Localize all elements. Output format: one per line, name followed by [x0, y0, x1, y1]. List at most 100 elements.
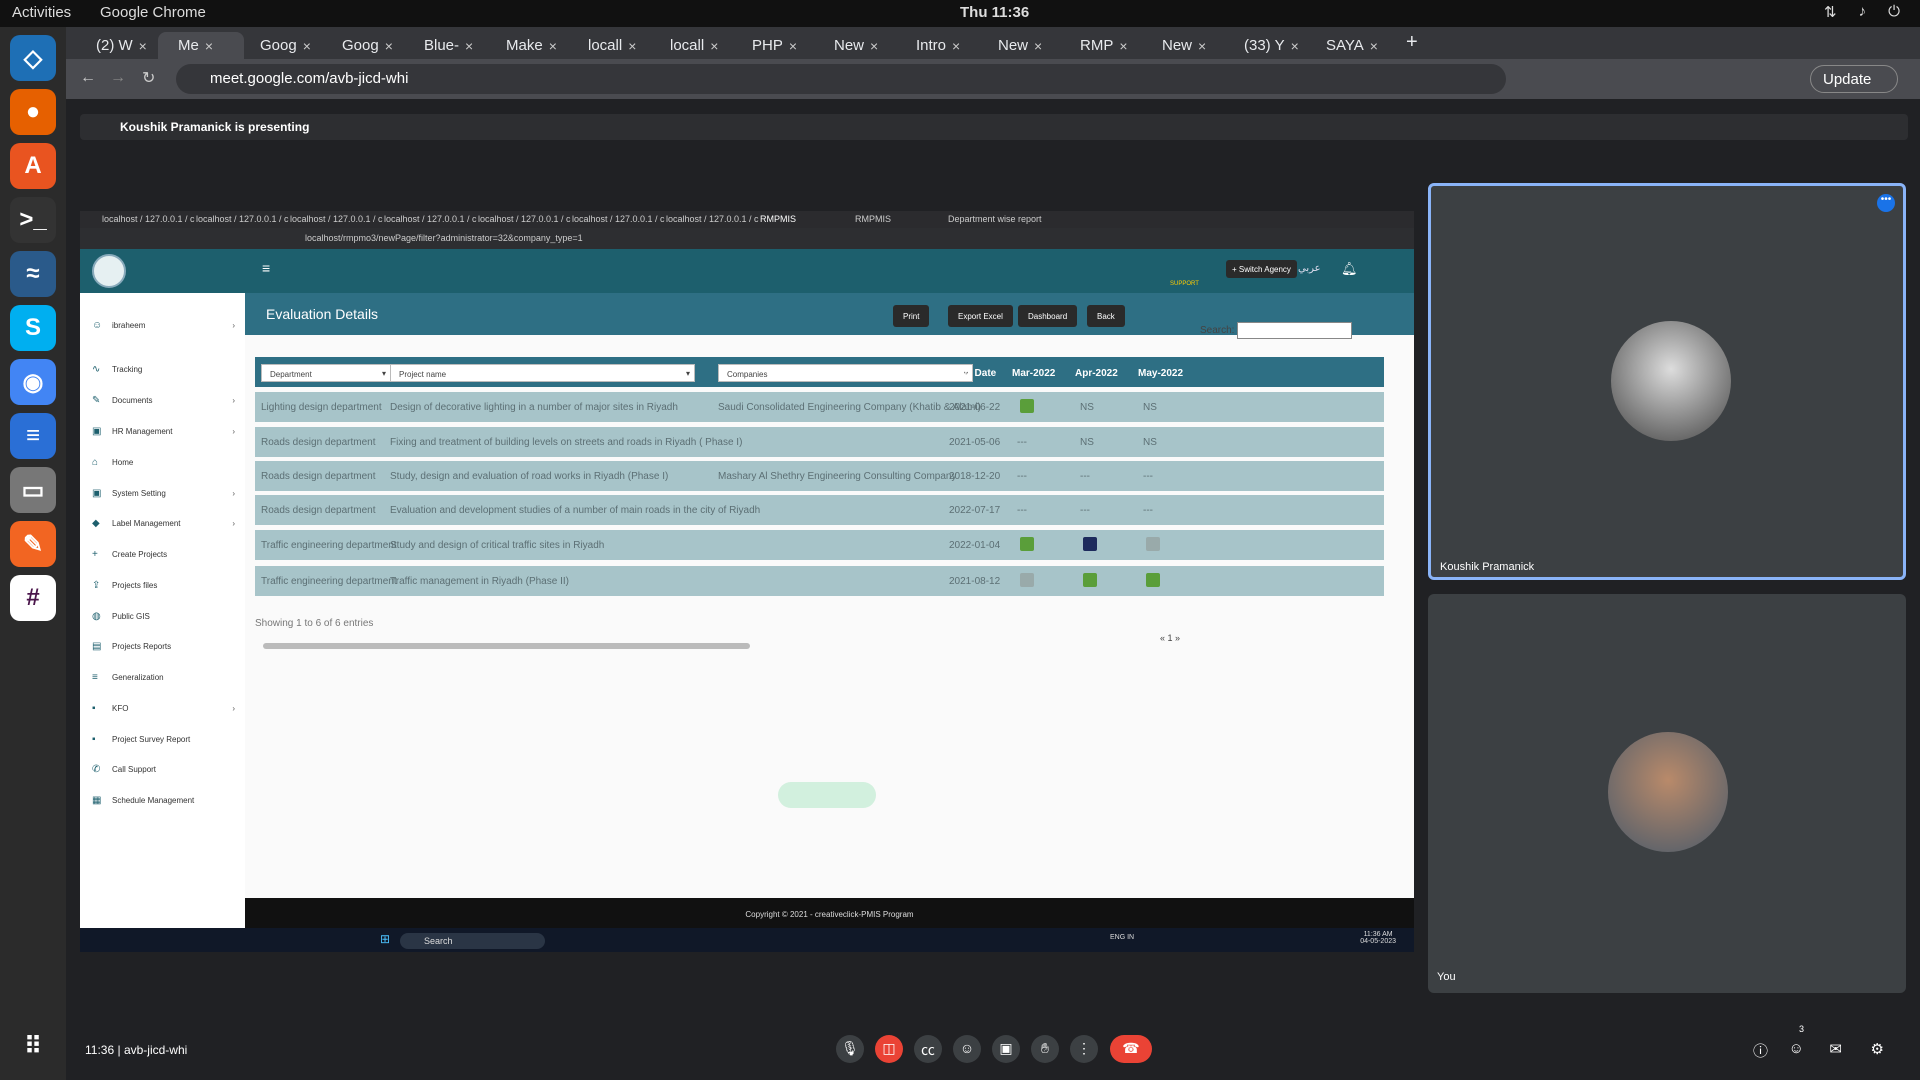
chrome-icon[interactable]: ◉	[10, 359, 56, 405]
chrome-tab[interactable]: Make ×	[486, 32, 557, 59]
company-cell: Mashary Al Shethry Engineering Consultin…	[718, 471, 957, 482]
volume-icon[interactable]: ♪	[1859, 3, 1867, 21]
leave-call-button[interactable]: ☎︎	[1110, 1035, 1152, 1063]
sidebar-user: ☺ ibraheem ›	[92, 320, 235, 331]
chrome-tab[interactable]: Intro ×	[896, 32, 960, 59]
chrome-tab[interactable]: PHP ×	[732, 32, 797, 59]
chrome-tab[interactable]: New ×	[814, 32, 878, 59]
captions-button[interactable]: ㏄	[914, 1035, 942, 1063]
info-icon[interactable]: ⓘ	[1753, 1040, 1768, 1061]
os-clock[interactable]: Thu 11:36	[960, 4, 1029, 21]
firefox-icon[interactable]: ●	[10, 89, 56, 135]
participant-tile-speaker[interactable]: ••• Koushik Pramanick	[1428, 183, 1906, 580]
remote-tab: localhost / 127.0.0.1 / c	[572, 214, 665, 224]
chrome-tab-active[interactable]: Me ×	[158, 32, 244, 59]
chrome-tab[interactable]: RMP ×	[1060, 32, 1128, 59]
activities-button[interactable]: Activities	[12, 4, 71, 21]
start-date-cell: 2021-08-12	[949, 576, 1001, 587]
tag-icon: ◆	[92, 518, 100, 529]
status-cell: ---	[1143, 471, 1153, 482]
skype-icon[interactable]: S	[10, 305, 56, 351]
table-row: Roads design department Fixing and treatm…	[255, 427, 1384, 457]
chat-icon[interactable]: ✉︎	[1829, 1040, 1842, 1058]
sidebar-item: ▤ Projects Reports	[92, 641, 172, 652]
chrome-tab[interactable]: locall ×	[650, 32, 718, 59]
remote-tab-strip: localhost / 127.0.0.1 / c localhost / 12…	[80, 211, 1414, 228]
vscode-icon[interactable]: ◇	[10, 35, 56, 81]
entries-info: Showing 1 to 6 of 6 entries	[255, 618, 374, 629]
app-menu[interactable]: Google Chrome	[100, 4, 206, 21]
remote-tab: localhost / 127.0.0.1 / c	[384, 214, 477, 224]
terminal-icon[interactable]: >_	[10, 197, 56, 243]
presenter-controls-overlay	[778, 782, 876, 808]
back-icon[interactable]: ←	[80, 69, 96, 87]
network-icon[interactable]: ⇅	[1824, 3, 1837, 21]
postman-icon[interactable]: ✎	[10, 521, 56, 567]
mysql-workbench-icon[interactable]: ≈	[10, 251, 56, 297]
participant-tile-self[interactable]: You	[1428, 594, 1906, 993]
app-header: ≡ SUPPORT + Switch Agency عربي 🔔︎	[80, 249, 1414, 293]
system-tray[interactable]: ⇅ ♪ ⏻	[1824, 3, 1900, 21]
camera-off-button[interactable]: ◫	[875, 1035, 903, 1063]
chrome-tab[interactable]: New ×	[1142, 32, 1206, 59]
status-marker	[1020, 399, 1034, 413]
microphone-button[interactable]: 🎙︎	[836, 1035, 864, 1063]
logo	[92, 254, 126, 288]
activities-icon[interactable]: ⚙︎	[1871, 1040, 1884, 1058]
address-bar[interactable]: meet.google.com/avb-jicd-whi	[176, 64, 1506, 94]
table-row: Lighting design department Design of deco…	[255, 392, 1384, 422]
new-tab-button[interactable]: +	[1386, 29, 1418, 56]
search-label: Search:	[1200, 325, 1235, 336]
chrome-tab[interactable]: Goog ×	[322, 32, 393, 59]
emoji-button[interactable]: ☺	[953, 1035, 981, 1063]
dock: ◇ ● A >_ ≈ S ◉ ≡ ▭ ✎ # ⠿	[0, 27, 66, 1080]
power-icon[interactable]: ⏻	[1888, 3, 1900, 21]
pagination: « 1 »	[1160, 633, 1181, 643]
department-cell: Roads design department	[261, 505, 376, 516]
department-cell: Roads design department	[261, 437, 376, 448]
status-marker	[1020, 573, 1034, 587]
chrome-tab[interactable]: locall ×	[568, 32, 636, 59]
writer-icon[interactable]: ≡	[10, 413, 56, 459]
support-label: SUPPORT	[1170, 281, 1199, 287]
remote-sidebar: ☺ ibraheem › ∿ Tracking ✎ Documents › ▣ HR Man…	[80, 293, 245, 928]
column-header: Mar-2022	[1012, 368, 1056, 379]
remote-url: localhost/rmpmo3/newPage/filter?administ…	[305, 233, 583, 243]
chrome-tab[interactable]: SAYA ×	[1306, 32, 1378, 59]
sidebar-item: ≡ Generalization	[92, 672, 164, 683]
update-button[interactable]: Update	[1810, 65, 1898, 93]
chrome-tab[interactable]: New ×	[978, 32, 1042, 59]
windows-taskbar: ⊞ Search ENG IN 11:36 AM 04-05-2023	[80, 928, 1414, 952]
department-cell: Traffic engineering department	[261, 576, 397, 587]
book-icon: ▤	[92, 641, 102, 652]
more-options-icon[interactable]: •••	[1877, 194, 1895, 212]
start-date-cell: 2021-06-22	[949, 402, 1001, 413]
home-icon: ⌂	[92, 457, 99, 468]
show-apps-icon[interactable]: ⠿	[10, 1023, 56, 1069]
sidebar-item: ✎ Documents ›	[92, 395, 235, 406]
status-marker	[1020, 537, 1034, 551]
tracking-icon: ∿	[92, 364, 101, 375]
avatar	[1611, 321, 1731, 441]
table-row: Roads design department Study, design and…	[255, 461, 1384, 491]
raise-hand-button[interactable]: ✋︎	[1031, 1035, 1059, 1063]
files-icon[interactable]: ▭	[10, 467, 56, 513]
slack-icon[interactable]: #	[10, 575, 56, 621]
people-icon[interactable]: ☺	[1789, 1040, 1804, 1057]
present-button[interactable]: ▣	[992, 1035, 1020, 1063]
forward-icon[interactable]: →	[110, 69, 126, 87]
more-options-button[interactable]: ⋮	[1070, 1035, 1098, 1063]
software-center-icon[interactable]: A	[10, 143, 56, 189]
status-cell: ---	[1017, 437, 1027, 448]
company-cell: Saudi Consolidated Engineering Company (…	[718, 402, 981, 413]
chrome-tab[interactable]: Goog ×	[240, 32, 311, 59]
status-cell: ---	[1080, 471, 1090, 482]
windows-clock: 11:36 AM 04-05-2023	[1360, 931, 1396, 945]
chrome-tab[interactable]: (2) W ×	[76, 32, 147, 59]
chrome-tab[interactable]: (33) Y ×	[1224, 32, 1299, 59]
page-title: Evaluation Details	[266, 306, 379, 322]
status-cell: ---	[1017, 505, 1027, 516]
reload-icon[interactable]: ↻	[142, 68, 155, 88]
chrome-tab[interactable]: Blue- ×	[404, 32, 473, 59]
bell-icon: 🔔︎	[1341, 261, 1358, 276]
